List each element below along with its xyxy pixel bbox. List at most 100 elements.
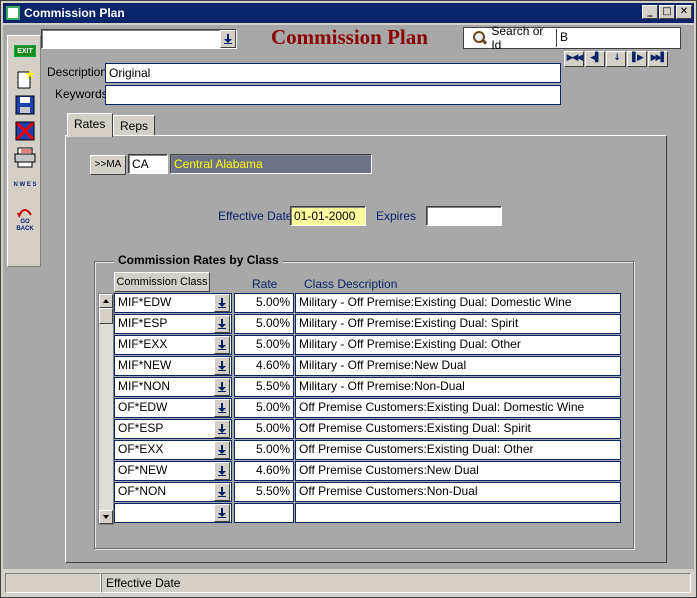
left-toolbar: EXIT N W E S GO BACK (7, 35, 41, 267)
ma-name-field: Central Alabama (170, 154, 372, 174)
dropdown-arrow-icon (218, 466, 226, 476)
navigate-button[interactable]: N W E S (11, 170, 39, 200)
dropdown-arrow-icon (218, 487, 226, 497)
dropdown-arrow-icon (218, 319, 226, 329)
description-label: Description (47, 65, 108, 79)
delete-button[interactable] (11, 118, 39, 144)
app-icon (6, 6, 20, 20)
rate-cell[interactable]: 5.00% (234, 293, 294, 313)
grid-vertical-scrollbar[interactable] (98, 293, 114, 525)
commission-class-dropdown-button[interactable] (214, 378, 230, 396)
dropdown-arrow-icon (218, 298, 226, 308)
rate-cell[interactable]: 4.60% (234, 356, 294, 376)
rates-grid: MIF*EDW 5.00% Military - Off Premise:Exist… (98, 293, 621, 525)
commission-rates-group-title: Commission Rates by Class (114, 253, 283, 267)
dropdown-arrow-icon (218, 445, 226, 455)
commission-class-column-button[interactable]: Commission Class (114, 272, 210, 292)
top-selector-dropdown-button[interactable] (220, 30, 236, 48)
class-description-cell: Off Premise Customers:New Dual (295, 461, 621, 481)
commission-class-dropdown-button[interactable] (214, 315, 230, 333)
commission-class-dropdown-button[interactable] (214, 483, 230, 501)
commission-class-dropdown-button[interactable] (214, 462, 230, 480)
tab-reps[interactable]: Reps (113, 115, 155, 137)
first-record-icon[interactable]: ▶◀◀ (564, 51, 584, 67)
record-navigation: ▶◀◀ ◀▌ ↓ ▌▶ ▶▶▌ (564, 51, 668, 67)
commission-class-dropdown-button[interactable] (214, 336, 230, 354)
search-button[interactable]: Search or Id (466, 24, 554, 52)
exit-label: EXIT (14, 45, 36, 57)
commission-class-dropdown-button[interactable] (214, 399, 230, 417)
table-row: MIF*ESP 5.00% Military - Off Premise:Exist… (114, 314, 621, 334)
table-row: MIF*NEW 4.60% Military - Off Premise:New D… (114, 356, 621, 376)
class-description-cell: Military - Off Premise:Existing Dual: Do… (295, 293, 621, 313)
rate-cell[interactable]: 5.50% (234, 377, 294, 397)
commission-class-dropdown-button[interactable] (214, 504, 230, 522)
scroll-up-icon[interactable] (99, 294, 113, 308)
printer-icon (14, 147, 36, 168)
expires-field[interactable] (426, 206, 502, 226)
previous-record-icon[interactable]: ◀▌ (585, 51, 605, 67)
title-bar[interactable]: Commission Plan _ □ ✕ (3, 3, 694, 23)
table-row: MIF*EDW 5.00% Military - Off Premise:Exist… (114, 293, 621, 313)
delete-icon (15, 121, 35, 141)
effective-date-label: Effective Date (218, 209, 293, 223)
status-text: Effective Date (101, 573, 691, 593)
dropdown-arrow-icon (218, 340, 226, 350)
class-description-cell (295, 503, 621, 523)
rate-cell[interactable]: 5.00% (234, 335, 294, 355)
print-button[interactable] (11, 144, 39, 170)
table-row: OF*NON 5.50% Off Premise Customers:Non-Dua… (114, 482, 621, 502)
rate-cell[interactable] (234, 503, 294, 523)
ma-code-field[interactable]: CA (128, 154, 168, 174)
client-area: EXIT N W E S GO BACK Commission Plan Sea… (3, 24, 694, 569)
back-arrow-icon (17, 209, 32, 218)
rate-cell[interactable]: 5.00% (234, 398, 294, 418)
jump-record-icon[interactable]: ↓ (606, 51, 626, 67)
tab-reps-label: Reps (120, 119, 149, 133)
rate-cell[interactable]: 4.60% (234, 461, 294, 481)
table-row: OF*NEW 4.60% Off Premise Customers:New Dua… (114, 461, 621, 481)
effective-date-field[interactable]: 01-01-2000 (290, 206, 366, 226)
last-record-icon[interactable]: ▶▶▌ (648, 51, 668, 67)
minimize-button[interactable]: _ (642, 5, 658, 19)
table-row: MIF*NON 5.50% Military - Off Premise:Non-D… (114, 377, 621, 397)
commission-plan-window: Commission Plan _ □ ✕ EXIT N W E S GO BA… (0, 0, 697, 598)
class-description-cell: Military - Off Premise:Existing Dual: Ot… (295, 335, 621, 355)
exit-button[interactable]: EXIT (11, 38, 39, 64)
keywords-field[interactable] (105, 85, 561, 105)
window-title: Commission Plan (24, 6, 125, 20)
class-description-column-header: Class Description (304, 277, 398, 291)
tab-rates-label: Rates (74, 117, 106, 131)
commission-class-dropdown-button[interactable] (214, 294, 230, 312)
dropdown-arrow-icon (218, 508, 226, 518)
rate-cell[interactable]: 5.00% (234, 440, 294, 460)
description-field[interactable]: Original (105, 63, 561, 83)
scroll-down-icon[interactable] (99, 510, 113, 524)
dropdown-arrow-icon (218, 382, 226, 392)
compass-icon: N W E S (13, 181, 37, 188)
close-button[interactable]: ✕ (676, 5, 692, 19)
tab-rates[interactable]: Rates (67, 113, 113, 137)
commission-class-dropdown-button[interactable] (214, 441, 230, 459)
commission-class-dropdown-button[interactable] (214, 420, 230, 438)
top-selector-dropdown[interactable] (41, 29, 237, 49)
class-description-cell: Off Premise Customers:Non-Dual (295, 482, 621, 502)
go-back-button[interactable]: GO BACK (11, 202, 39, 238)
search-input[interactable]: B (556, 29, 678, 47)
rate-cell[interactable]: 5.00% (234, 314, 294, 334)
maximize-button[interactable]: □ (659, 5, 675, 19)
commission-class-dropdown-button[interactable] (214, 357, 230, 375)
rate-cell[interactable]: 5.00% (234, 419, 294, 439)
table-row (114, 503, 621, 523)
ma-select-button[interactable]: >>MA (90, 155, 126, 175)
search-icon (472, 31, 487, 45)
next-record-icon[interactable]: ▌▶ (627, 51, 647, 67)
save-button[interactable] (11, 92, 39, 118)
search-label: Search or Id (491, 24, 544, 52)
table-row: OF*EDW 5.00% Off Premise Customers:Existin… (114, 398, 621, 418)
new-record-button[interactable] (11, 66, 39, 92)
dropdown-arrow-icon (224, 34, 232, 44)
class-description-cell: Military - Off Premise:Non-Dual (295, 377, 621, 397)
scroll-thumb[interactable] (99, 308, 113, 324)
rate-cell[interactable]: 5.50% (234, 482, 294, 502)
